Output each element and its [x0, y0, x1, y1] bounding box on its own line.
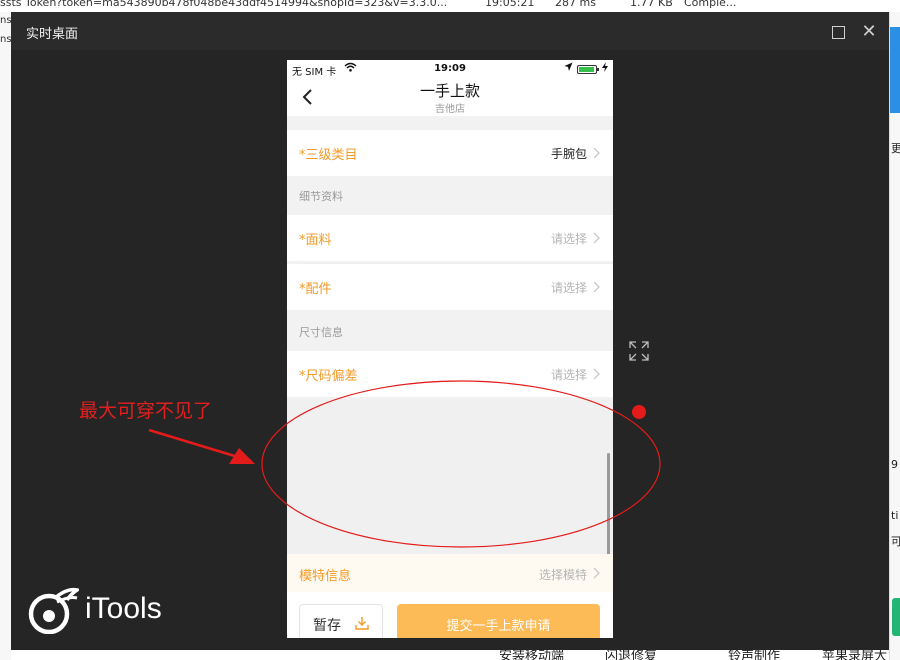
chevron-right-icon	[593, 232, 600, 244]
row-label: *三级类目	[299, 148, 358, 163]
row-value: 请选择	[550, 281, 587, 295]
battery-icon	[577, 65, 599, 74]
background-bottom-item: 闪退修复	[605, 650, 658, 660]
background-right-text: 9	[891, 458, 898, 471]
annotation-text: 最大可穿不见了	[79, 400, 213, 422]
background-left-text: ns	[0, 34, 12, 45]
maximize-button[interactable]	[827, 21, 849, 43]
detail-section-header: 细节资料	[287, 176, 613, 214]
background-green-button	[892, 598, 900, 636]
itools-logo-icon	[28, 587, 79, 634]
download-icon	[355, 617, 369, 630]
model-info-row[interactable]: 模特信息 选择模特	[287, 554, 613, 592]
accessories-row[interactable]: *配件 请选择	[287, 264, 613, 310]
chevron-right-icon	[593, 368, 600, 380]
background-blue-panel	[890, 27, 900, 113]
row-label: 模特信息	[299, 569, 352, 584]
background-bottom-item: 安装移动端	[499, 650, 565, 660]
size-deviation-row[interactable]: *尺码偏差 请选择	[287, 351, 613, 397]
background-right-text: ti	[891, 509, 899, 522]
level3-category-row[interactable]: *三级类目 手腕包	[287, 130, 613, 176]
close-button[interactable]: ✕	[858, 21, 880, 43]
row-label: *面料	[299, 233, 332, 248]
background-bottom-toolbar: 安装移动端 闪退修复 铃声制作 苹果录屏大师	[11, 650, 889, 660]
page-title: 一手上款	[419, 82, 480, 100]
submit-label: 提交一手上款申请	[446, 619, 551, 634]
annotation-arrow-shaft	[148, 428, 252, 463]
save-draft-button[interactable]: 暂存	[299, 604, 383, 638]
size-section-header: 尺寸信息	[287, 312, 613, 350]
background-duration-text: 287 ms	[555, 0, 596, 9]
annotation-arrow-head	[229, 448, 255, 464]
store-subtitle: 吉他店	[435, 104, 465, 115]
row-value: 请选择	[550, 232, 587, 246]
background-time-text: 19:05:21	[485, 0, 535, 9]
chevron-right-icon	[593, 281, 600, 293]
fabric-row[interactable]: *面料 请选择	[287, 215, 613, 261]
submit-application-button[interactable]: 提交一手上款申请	[397, 604, 600, 638]
section-title: 尺寸信息	[299, 326, 343, 339]
chevron-right-icon	[593, 147, 600, 159]
section-title: 细节资料	[299, 190, 343, 203]
itools-brand-text: iTools	[85, 592, 162, 625]
navigation-bar: 一手上款 吉他店	[287, 80, 613, 116]
background-right-text: 可	[891, 535, 900, 548]
maximize-icon	[831, 25, 845, 39]
location-icon	[564, 62, 573, 75]
charging-icon	[602, 62, 608, 75]
fullscreen-icon[interactable]	[628, 340, 650, 362]
row-value: 请选择	[550, 368, 587, 382]
window-titlebar[interactable]: 实时桌面 ✕	[11, 12, 889, 50]
live-desktop-window: 实时桌面 ✕ 无 SIM 卡 19:09 一手上款 吉他店 *三级类目 手腕包 …	[11, 12, 889, 650]
phone-screen: 无 SIM 卡 19:09 一手上款 吉他店 *三级类目 手腕包 细节资料 *面…	[287, 60, 613, 638]
row-value: 手腕包	[550, 147, 587, 161]
window-title: 实时桌面	[26, 27, 79, 42]
empty-content-area	[287, 399, 613, 554]
row-label: *配件	[299, 282, 332, 297]
chevron-right-icon	[593, 567, 600, 579]
background-bottom-item: 铃声制作	[728, 650, 781, 660]
recording-indicator	[632, 405, 646, 419]
save-draft-label: 暂存	[313, 618, 341, 634]
scrollbar[interactable]	[607, 453, 610, 556]
background-size-text: 1.77 KB	[630, 0, 673, 9]
background-left-text: ns	[0, 15, 12, 26]
bottom-action-bar: 暂存 提交一手上款申请	[287, 592, 613, 638]
background-right-strip: 更 9 ti 可	[889, 12, 900, 660]
status-bar: 无 SIM 卡 19:09	[287, 60, 613, 80]
background-url-text: ssts Token?token=ma543890b478f048be43ddf…	[0, 0, 448, 9]
background-right-text: 更	[891, 142, 900, 155]
background-bottom-item: 苹果录屏大师	[822, 650, 888, 660]
background-status-text: Comple...	[684, 0, 737, 9]
row-label: *尺码偏差	[299, 369, 358, 384]
row-value: 选择模特	[538, 568, 587, 582]
